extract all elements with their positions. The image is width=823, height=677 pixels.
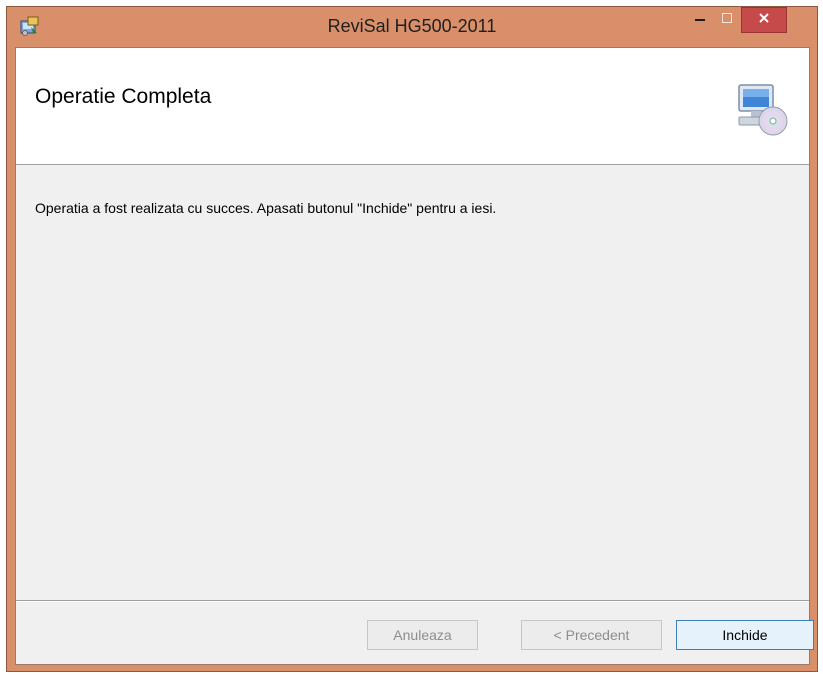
- status-message: Operatia a fost realizata cu succes. Apa…: [35, 200, 497, 216]
- installer-window: ReviSal HG500-2011 Operatie Completa Ope…: [6, 6, 818, 672]
- close-window-button[interactable]: [741, 7, 787, 33]
- minimize-icon: [694, 11, 706, 29]
- title-bar[interactable]: ReviSal HG500-2011: [7, 7, 817, 47]
- dialog-content: Operatie Completa Operatia a fost realiz…: [15, 47, 814, 665]
- previous-button[interactable]: < Precedent: [521, 620, 662, 650]
- maximize-icon: [721, 11, 733, 29]
- page-title: Operatie Completa: [35, 85, 212, 108]
- computer-cd-icon: [735, 81, 791, 137]
- close-button[interactable]: Inchide: [676, 620, 814, 650]
- maximize-button[interactable]: [714, 7, 740, 33]
- cancel-button[interactable]: Anuleaza: [367, 620, 478, 650]
- dialog-header: Operatie Completa: [16, 48, 809, 165]
- minimize-button[interactable]: [687, 7, 713, 33]
- close-icon: [758, 11, 770, 29]
- footer-divider: [16, 600, 809, 602]
